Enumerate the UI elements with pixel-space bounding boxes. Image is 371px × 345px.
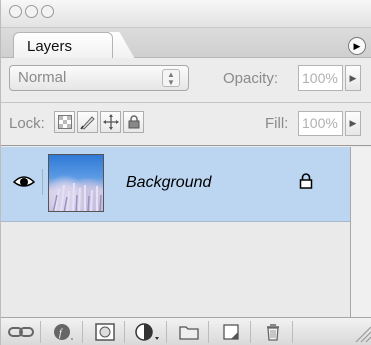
panel-titlebar	[1, 0, 371, 28]
lock-transparent-button[interactable]	[54, 111, 75, 133]
opacity-input[interactable]: 100%	[298, 65, 343, 91]
fill-label: Fill:	[265, 115, 289, 132]
layer-mask-icon	[94, 323, 115, 341]
layer-row-background[interactable]: Background	[1, 147, 350, 222]
blend-mode-stepper[interactable]: ▲ ▼	[162, 69, 180, 87]
layers-list: Background	[1, 147, 351, 317]
layer-lock-indicator	[299, 173, 313, 194]
layers-panel: Layers ▶ Normal ▲ ▼ Opacity: 100% ▶ Lock:	[0, 0, 371, 345]
layer-visibility-toggle[interactable]	[5, 169, 43, 195]
delete-layer-button[interactable]	[253, 321, 293, 343]
tab-layers[interactable]: Layers	[13, 32, 113, 59]
new-group-button[interactable]	[169, 321, 209, 343]
adjustment-layer-button[interactable]	[127, 321, 167, 343]
link-layers-button[interactable]	[1, 321, 41, 343]
lock-all-icon	[128, 115, 139, 129]
lock-label: Lock:	[9, 115, 45, 132]
layer-style-icon: f	[53, 324, 73, 340]
lock-all-button[interactable]	[123, 111, 144, 133]
minimize-window-button[interactable]	[25, 5, 38, 18]
triangle-right-icon: ▶	[349, 73, 357, 83]
resize-grip[interactable]	[354, 323, 371, 343]
new-group-icon	[178, 326, 199, 340]
adjustment-layer-icon	[134, 323, 159, 341]
lock-position-icon	[102, 114, 119, 130]
chevron-up-down-icon: ▲ ▼	[167, 70, 175, 87]
layer-name: Background	[126, 174, 212, 191]
blend-mode-select[interactable]: Normal ▲ ▼	[9, 65, 189, 91]
fill-input[interactable]: 100%	[298, 111, 343, 136]
lock-image-pixels-icon	[79, 116, 95, 130]
lock-position-button[interactable]	[100, 111, 121, 133]
menu-arrow-icon: ▶	[353, 41, 361, 51]
panel-menu-button[interactable]: ▶	[348, 37, 366, 55]
resize-grip-icon	[355, 326, 371, 343]
blend-mode-value: Normal	[18, 69, 67, 86]
opacity-slider-button[interactable]: ▶	[345, 65, 361, 91]
lock-transparent-pixels-icon	[57, 115, 72, 129]
link-layers-icon	[7, 327, 34, 337]
layers-bottom-toolbar: f	[1, 317, 371, 345]
blend-options-row: Normal ▲ ▼ Opacity: 100% ▶	[1, 58, 371, 103]
panel-tab-row: Layers ▶	[1, 28, 371, 59]
layer-thumbnail	[48, 154, 104, 212]
lock-options-row: Lock: Fill: 100% ▶	[1, 103, 371, 146]
lock-image-button[interactable]	[77, 111, 98, 133]
eye-icon	[12, 176, 35, 187]
new-layer-icon	[222, 324, 239, 340]
layer-mask-button[interactable]	[85, 321, 125, 343]
padlock-icon	[299, 173, 313, 189]
fill-slider-button[interactable]: ▶	[345, 111, 361, 136]
delete-layer-icon	[266, 324, 279, 341]
layer-style-button[interactable]: f	[43, 321, 83, 343]
close-window-button[interactable]	[9, 5, 22, 18]
opacity-label: Opacity:	[223, 70, 279, 87]
new-layer-button[interactable]	[211, 321, 251, 343]
triangle-right-icon: ▶	[349, 118, 357, 128]
layers-scrollbar[interactable]	[351, 147, 371, 317]
zoom-window-button[interactable]	[41, 5, 54, 18]
